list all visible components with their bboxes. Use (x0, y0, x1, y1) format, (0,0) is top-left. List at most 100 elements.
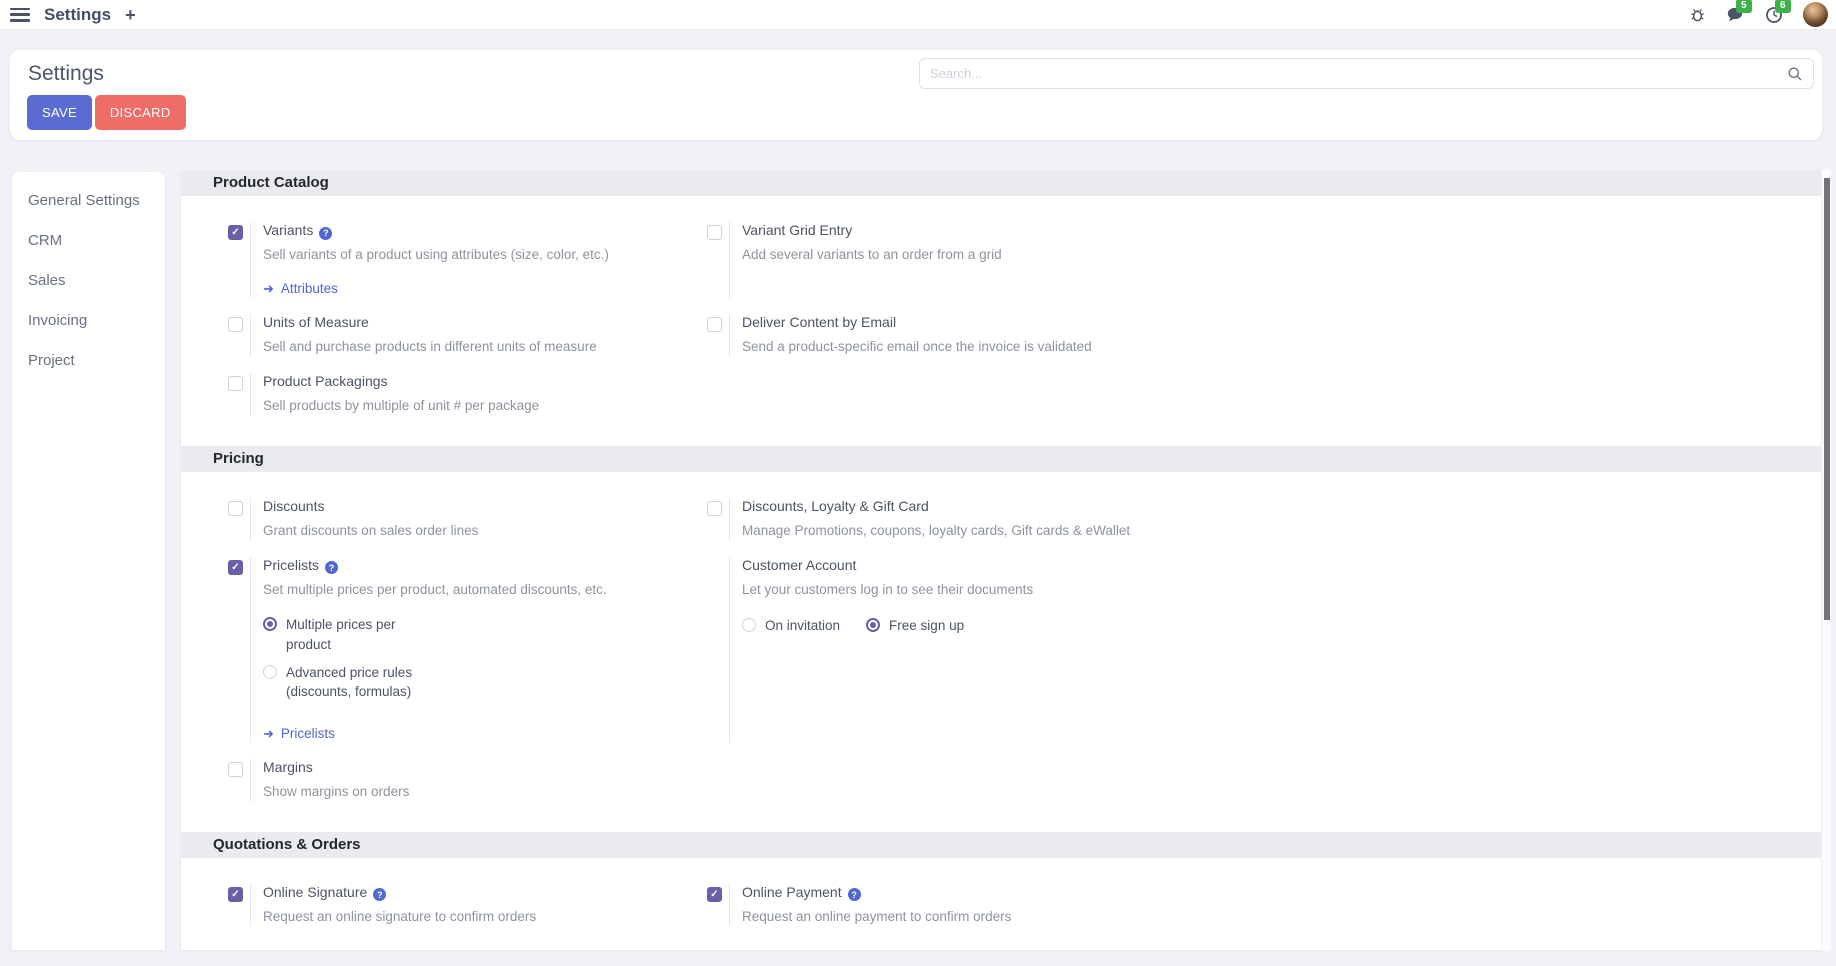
radio-free-sign-up[interactable]: Free sign up (866, 616, 964, 636)
setting-product-packagings: Product Packagings Sell products by multi… (213, 373, 692, 416)
radio-label: On invitation (765, 616, 840, 636)
checkbox-variant-grid-entry[interactable] (707, 225, 722, 240)
setting-online-signature: ✓ Online Signature? Request an online sign… (213, 884, 692, 927)
setting-discounts-loyalty-gift-card: Discounts, Loyalty & Gift Card Manage Pro… (692, 498, 1252, 541)
plus-icon[interactable]: + (125, 6, 136, 24)
setting-description: Send a product-specific email once the i… (742, 338, 1131, 357)
setting-description: Request an online signature to confirm o… (263, 908, 652, 927)
user-avatar[interactable] (1803, 2, 1828, 27)
setting-customer-account: Customer Account Let your customers log i… (692, 557, 1252, 743)
section-grid-product-catalog: ✓ Variants? Sell variants of a product usi… (181, 196, 1821, 446)
activities-clock-icon[interactable]: 6 (1765, 6, 1783, 24)
link-label: Pricelists (281, 726, 335, 741)
sidebar-item-sales[interactable]: Sales (12, 260, 165, 300)
sidebar-item-invoicing[interactable]: Invoicing (12, 300, 165, 340)
setting-pricelists: ✓ Pricelists? Set multiple prices per prod… (213, 557, 692, 743)
setting-description: Add several variants to an order from a … (742, 246, 1131, 265)
checkbox-variants[interactable]: ✓ (228, 225, 243, 240)
setting-description: Manage Promotions, coupons, loyalty card… (742, 522, 1131, 541)
setting-description: Sell and purchase products in different … (263, 338, 652, 357)
scrollbar-track[interactable] (1822, 170, 1831, 950)
help-icon[interactable]: ? (325, 561, 338, 574)
setting-label: Product Packagings (263, 373, 388, 389)
setting-description: Grant discounts on sales order lines (263, 522, 652, 541)
apps-menu-icon[interactable] (10, 8, 30, 22)
sidebar-item-crm[interactable]: CRM (12, 220, 165, 260)
link-arrow-icon: ➜ (263, 281, 274, 297)
setting-label: Deliver Content by Email (742, 314, 896, 330)
setting-discounts: Discounts Grant discounts on sales order … (213, 498, 692, 541)
checkbox-units-of-measure[interactable] (228, 317, 243, 332)
setting-label: Variants (263, 222, 313, 238)
debug-bug-icon[interactable] (1689, 6, 1706, 23)
messages-count-badge: 5 (1736, 0, 1752, 13)
checkbox-margins[interactable] (228, 762, 243, 777)
sidebar-item-general-settings[interactable]: General Settings (12, 180, 165, 220)
radio-button[interactable] (866, 618, 880, 632)
save-button[interactable]: SAVE (27, 95, 92, 130)
link-pricelists[interactable]: ➜ Pricelists (263, 726, 335, 742)
setting-label: Online Signature (263, 884, 367, 900)
radio-group-customer-account: On invitation Free sign up (742, 616, 1131, 644)
link-arrow-icon: ➜ (263, 726, 274, 742)
checkbox-discounts-loyalty-gift-card[interactable] (707, 501, 722, 516)
setting-description: Sell products by multiple of unit # per … (263, 397, 652, 416)
help-icon[interactable]: ? (373, 888, 386, 901)
setting-label: Discounts (263, 498, 324, 514)
setting-label: Units of Measure (263, 314, 369, 330)
checkbox-product-packagings[interactable] (228, 376, 243, 391)
messages-icon[interactable]: 5 (1726, 6, 1745, 23)
radio-advanced-price-rules-discounts-formulas[interactable]: Advanced price rules (discounts, formula… (263, 663, 652, 702)
setting-margins: MarginsShow margins on orders (213, 759, 692, 802)
section-grid-quotations-orders: ✓ Online Signature? Request an online sign… (181, 858, 1821, 950)
radio-label: Free sign up (889, 616, 964, 636)
search-icon[interactable] (1787, 66, 1803, 82)
help-icon[interactable]: ? (848, 888, 861, 901)
radio-on-invitation[interactable]: On invitation (742, 616, 840, 636)
section-header-product-catalog: Product Catalog (181, 170, 1821, 196)
radio-button[interactable] (742, 618, 756, 632)
setting-label: Customer Account (742, 557, 856, 573)
checkbox-pricelists[interactable]: ✓ (228, 560, 243, 575)
setting-label: Variant Grid Entry (742, 222, 852, 238)
checkbox-online-signature[interactable]: ✓ (228, 887, 243, 902)
setting-label: Discounts, Loyalty & Gift Card (742, 498, 929, 514)
scrollbar-thumb[interactable] (1824, 178, 1830, 620)
search-input[interactable] (930, 66, 1787, 81)
help-icon[interactable]: ? (319, 227, 332, 240)
discard-button[interactable]: DISCARD (95, 95, 186, 130)
setting-label: Online Payment (742, 884, 842, 900)
link-attributes[interactable]: ➜ Attributes (263, 281, 338, 297)
setting-label: Pricelists (263, 557, 319, 573)
sidebar-item-project[interactable]: Project (12, 340, 165, 380)
radio-button[interactable] (263, 665, 277, 679)
setting-units-of-measure: Units of Measure Sell and purchase produc… (213, 314, 692, 357)
setting-online-payment: ✓Online Payment?Request an online paymen… (692, 884, 1252, 927)
checkbox-discounts[interactable] (228, 501, 243, 516)
radio-group-pricelists: Multiple prices per product Advanced pric… (263, 615, 652, 701)
page-title: Settings (28, 62, 104, 86)
section-header-pricing: Pricing (181, 446, 1821, 472)
setting-variants: ✓ Variants? Sell variants of a product usi… (213, 222, 692, 298)
radio-label: Multiple prices per product (286, 615, 428, 654)
settings-content: Product Catalog ✓ Variants? Sell variants o… (181, 170, 1821, 950)
app-name[interactable]: Settings (44, 5, 111, 25)
radio-label: Advanced price rules (discounts, formula… (286, 663, 428, 702)
top-navbar: Settings + 5 (0, 0, 1836, 30)
settings-sidebar: General SettingsCRMSalesInvoicingProject (12, 172, 165, 950)
setting-description: Sell variants of a product using attribu… (263, 246, 652, 265)
settings-sidebar-list: General SettingsCRMSalesInvoicingProject (12, 180, 165, 380)
section-grid-pricing: Discounts Grant discounts on sales order … (181, 472, 1821, 832)
radio-multiple-prices-per-product[interactable]: Multiple prices per product (263, 615, 652, 654)
control-panel: Settings SAVE DISCARD (10, 50, 1822, 140)
checkbox-deliver-content-by-email[interactable] (707, 317, 722, 332)
section-header-quotations-orders: Quotations & Orders (181, 832, 1821, 858)
search-box (919, 58, 1814, 89)
radio-button[interactable] (263, 617, 277, 631)
setting-description: Let your customers log in to see their d… (742, 581, 1131, 600)
setting-deliver-content-by-email: Deliver Content by Email Send a product-s… (692, 314, 1252, 357)
link-label: Attributes (281, 281, 338, 296)
setting-description: Set multiple prices per product, automat… (263, 581, 652, 600)
checkbox-online-payment[interactable]: ✓ (707, 887, 722, 902)
setting-label: Margins (263, 759, 313, 775)
